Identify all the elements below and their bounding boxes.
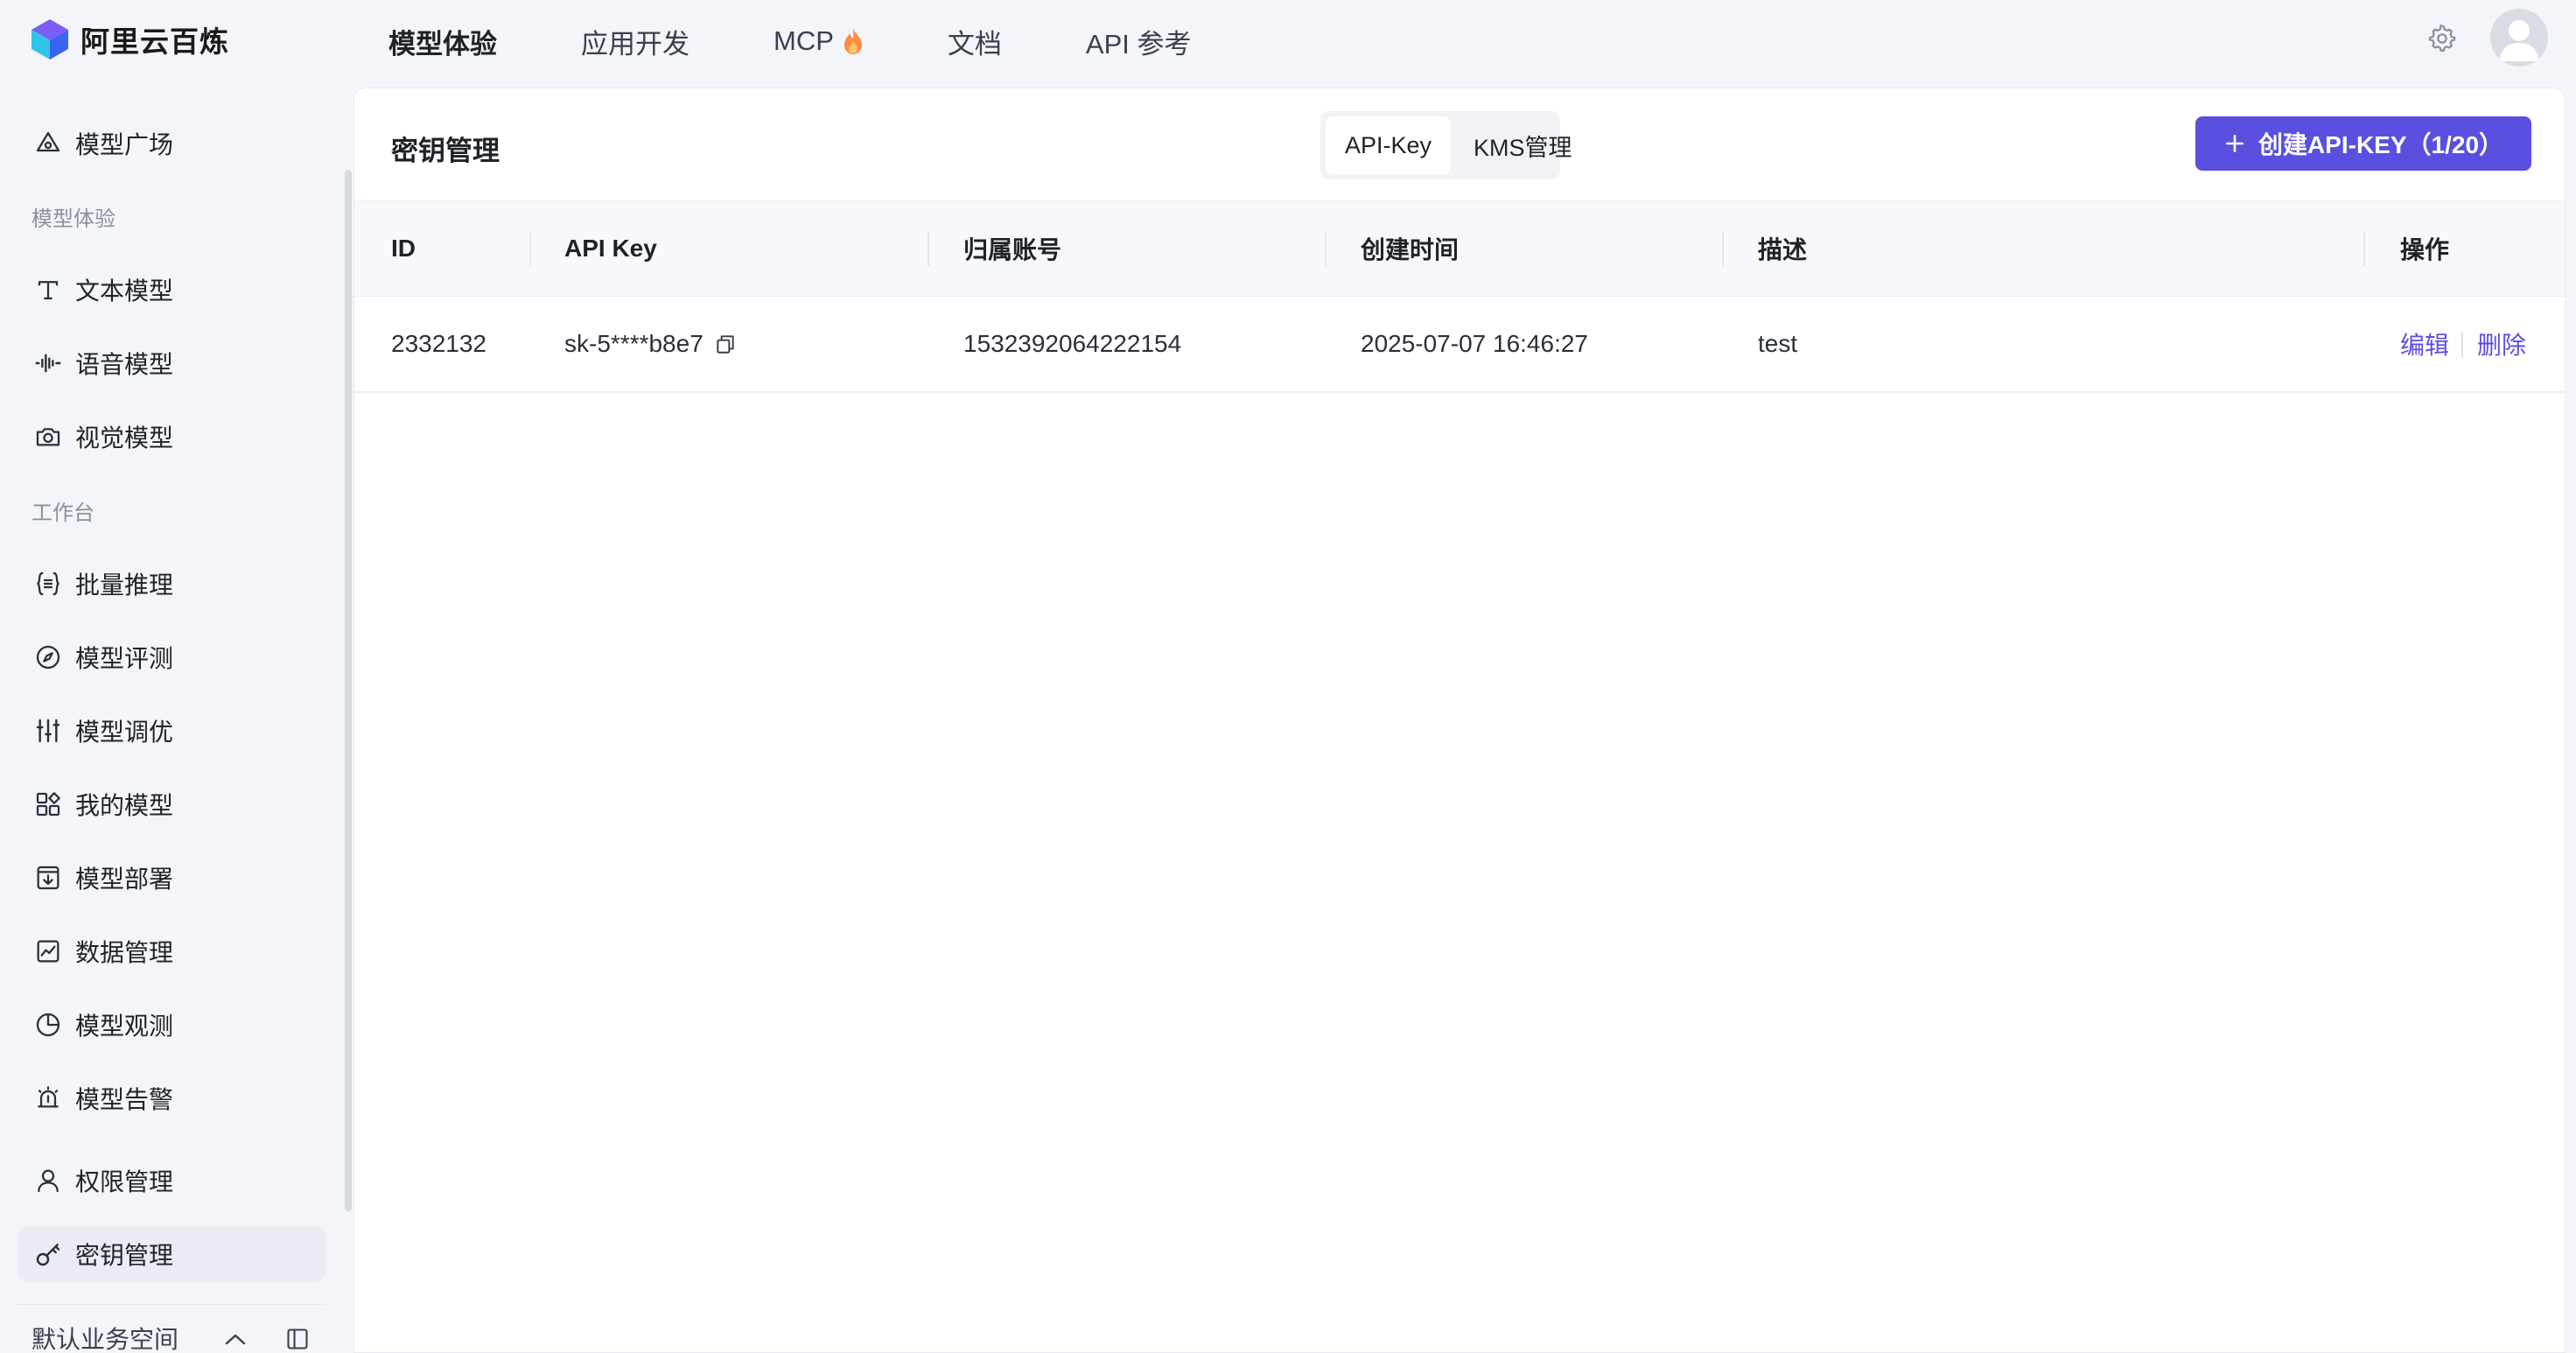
column-header-api-key[interactable]: API Key xyxy=(564,201,657,296)
cell-description: test xyxy=(1758,330,1798,357)
column-divider[interactable] xyxy=(1722,231,1724,266)
collapse-sidebar-icon[interactable] xyxy=(285,1327,310,1351)
sidebar-item-model-alarm[interactable]: 模型告警 xyxy=(18,1070,326,1126)
sliders-icon xyxy=(33,716,63,746)
column-header-id[interactable]: ID xyxy=(391,201,416,296)
table-row: 2332132 sk-5****b8e7 1532392064222154 20… xyxy=(354,297,2565,393)
sidebar-item-batch-inference[interactable]: 批量推理 xyxy=(18,556,326,612)
key-management-panel: 密钥管理 API-Key KMS管理 创建API-KEY（1/20） ID AP… xyxy=(354,88,2566,1353)
camera-icon xyxy=(33,422,63,452)
column-header-actions: 操作 xyxy=(2400,236,2450,263)
cell-api-key: sk-5****b8e7 xyxy=(564,297,737,391)
topnav-mcp[interactable]: MCP xyxy=(774,25,864,57)
compass-icon xyxy=(33,642,63,672)
sidebar-item-model-plaza[interactable]: 模型广场 xyxy=(18,116,326,172)
model-plaza-icon xyxy=(33,129,63,158)
pie-icon xyxy=(33,1010,63,1040)
topnav-app-dev[interactable]: 应用开发 xyxy=(581,22,690,61)
brand[interactable]: 阿里云百炼 xyxy=(30,16,229,63)
plus-icon xyxy=(2223,132,2246,155)
table-header: ID API Key 归属账号 创建时间 描述 操作 xyxy=(354,200,2565,297)
braces-icon xyxy=(33,569,63,599)
avatar[interactable] xyxy=(2490,9,2548,67)
workspace-switcher[interactable]: 默认业务空间 xyxy=(32,1323,329,1353)
copy-icon[interactable] xyxy=(714,333,737,355)
sidebar-group-model-experience: 模型体验 xyxy=(32,207,116,231)
sidebar-item-model-eval[interactable]: 模型评测 xyxy=(18,629,326,685)
text-icon xyxy=(33,275,63,305)
action-divider xyxy=(2461,332,2463,358)
api-key-value: sk-5****b8e7 xyxy=(564,330,704,357)
chart-icon xyxy=(33,936,63,966)
sidebar-item-data-management[interactable]: 数据管理 xyxy=(18,923,326,979)
edit-link[interactable]: 编辑 xyxy=(2400,297,2449,391)
sidebar-item-my-models[interactable]: 我的模型 xyxy=(18,776,326,832)
top-nav: 模型体验 应用开发 MCP 文档 API 参考 xyxy=(388,0,1275,82)
chevron-up-icon[interactable] xyxy=(222,1330,248,1348)
delete-link[interactable]: 删除 xyxy=(2477,297,2526,391)
cell-account: 1532392064222154 xyxy=(963,330,1182,357)
create-api-key-button[interactable]: 创建API-KEY（1/20） xyxy=(2195,116,2531,171)
tab-switcher: API-Key KMS管理 xyxy=(1320,111,1572,179)
tab-api-key[interactable]: API-Key xyxy=(1326,116,1452,174)
divider xyxy=(18,1304,326,1305)
key-icon xyxy=(33,1239,63,1269)
column-divider[interactable] xyxy=(529,231,531,266)
gear-icon[interactable] xyxy=(2427,24,2457,53)
sidebar-item-text-model[interactable]: 文本模型 xyxy=(18,262,326,318)
cell-created-time: 2025-07-07 16:46:27 xyxy=(1361,330,1588,357)
column-header-created-time[interactable]: 创建时间 xyxy=(1361,201,1459,296)
sidebar-item-permissions[interactable]: 权限管理 xyxy=(18,1153,326,1209)
column-header-account[interactable]: 归属账号 xyxy=(963,201,1061,296)
bailian-logo-icon xyxy=(30,18,70,61)
page-title: 密钥管理 xyxy=(391,136,500,166)
topnav-model-experience[interactable]: 模型体验 xyxy=(388,22,497,61)
sidebar-scrollbar[interactable] xyxy=(345,170,352,1211)
alarm-icon xyxy=(33,1083,63,1113)
sidebar-item-model-deploy[interactable]: 模型部署 xyxy=(18,850,326,906)
workspace-label: 默认业务空间 xyxy=(32,1326,179,1353)
column-divider[interactable] xyxy=(1325,231,1326,266)
sidebar-item-key-management[interactable]: 密钥管理 xyxy=(18,1226,326,1282)
topnav-docs[interactable]: 文档 xyxy=(948,22,1002,61)
top-bar: 阿里云百炼 模型体验 应用开发 MCP 文档 API 参考 xyxy=(0,0,2576,82)
topnav-api-reference[interactable]: API 参考 xyxy=(1086,22,1192,61)
deploy-icon xyxy=(33,863,63,893)
column-divider[interactable] xyxy=(928,231,929,266)
audio-wave-icon xyxy=(33,348,63,378)
create-api-key-label: 创建API-KEY（1/20） xyxy=(2258,131,2504,158)
column-divider[interactable] xyxy=(2363,231,2365,266)
user-icon xyxy=(33,1166,63,1195)
tab-kms[interactable]: KMS管理 xyxy=(1454,116,1592,174)
sidebar-item-speech-model[interactable]: 语音模型 xyxy=(18,335,326,391)
fire-icon xyxy=(843,27,864,55)
column-header-description[interactable]: 描述 xyxy=(1758,201,1807,296)
sidebar-item-model-observe[interactable]: 模型观测 xyxy=(18,997,326,1053)
sidebar-item-model-tuning[interactable]: 模型调优 xyxy=(18,703,326,759)
brand-title: 阿里云百炼 xyxy=(80,25,229,58)
sidebar-group-workbench: 工作台 xyxy=(32,501,94,525)
apps-icon xyxy=(33,789,63,819)
sidebar: 模型广场 模型体验 文本模型 语音模型 视觉模型 工作台 批量推理 模型评测 模… xyxy=(0,82,354,1353)
sidebar-item-vision-model[interactable]: 视觉模型 xyxy=(18,409,326,465)
cell-id: 2332132 xyxy=(391,330,487,357)
